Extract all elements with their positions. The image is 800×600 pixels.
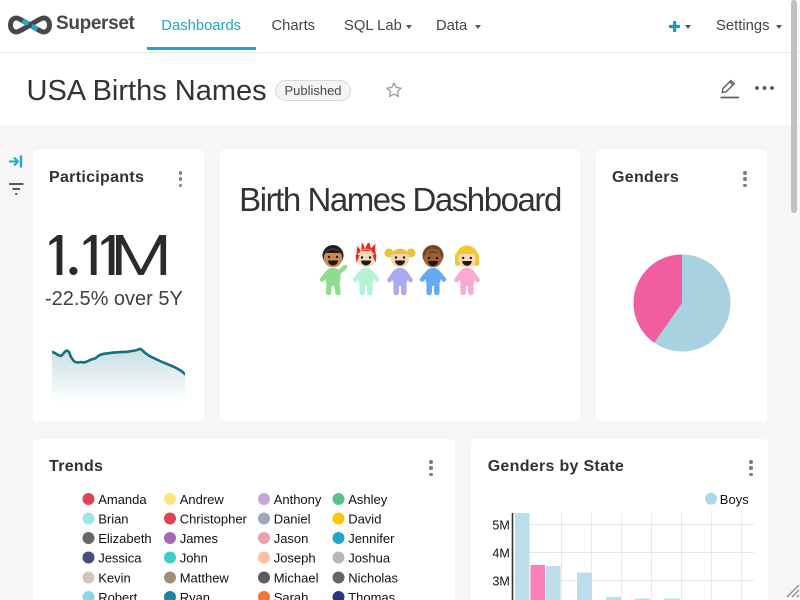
svg-text:Daniel: Daniel — [274, 512, 311, 527]
svg-text:Amanda: Amanda — [98, 492, 147, 507]
svg-text:David: David — [348, 512, 381, 527]
svg-text:Anthony: Anthony — [274, 492, 322, 507]
svg-text:Jennifer: Jennifer — [348, 531, 395, 546]
svg-text:Matthew: Matthew — [180, 571, 230, 586]
svg-text:John: John — [180, 551, 208, 566]
svg-text:James: James — [180, 531, 219, 546]
svg-text:5M: 5M — [492, 519, 509, 533]
svg-text:Sarah: Sarah — [274, 590, 309, 600]
svg-text:Andrew: Andrew — [180, 492, 225, 507]
svg-text:Robert: Robert — [98, 590, 137, 600]
svg-text:Nicholas: Nicholas — [348, 571, 398, 586]
svg-text:Brian: Brian — [98, 512, 128, 527]
svg-text:Kevin: Kevin — [98, 571, 131, 586]
svg-text:Boys: Boys — [720, 492, 749, 507]
svg-text:Joshua: Joshua — [348, 551, 391, 566]
svg-text:Elizabeth: Elizabeth — [98, 531, 151, 546]
svg-text:Jessica: Jessica — [98, 551, 142, 566]
svg-text:Christopher: Christopher — [180, 512, 248, 527]
svg-text:Ryan: Ryan — [180, 590, 210, 600]
svg-text:3M: 3M — [492, 575, 509, 589]
svg-text:Ashley: Ashley — [348, 492, 388, 507]
svg-text:4M: 4M — [492, 547, 509, 561]
svg-text:Michael: Michael — [274, 571, 319, 586]
svg-text:Jason: Jason — [274, 531, 309, 546]
svg-text:Joseph: Joseph — [274, 551, 316, 566]
svg-text:Thomas: Thomas — [348, 590, 395, 600]
